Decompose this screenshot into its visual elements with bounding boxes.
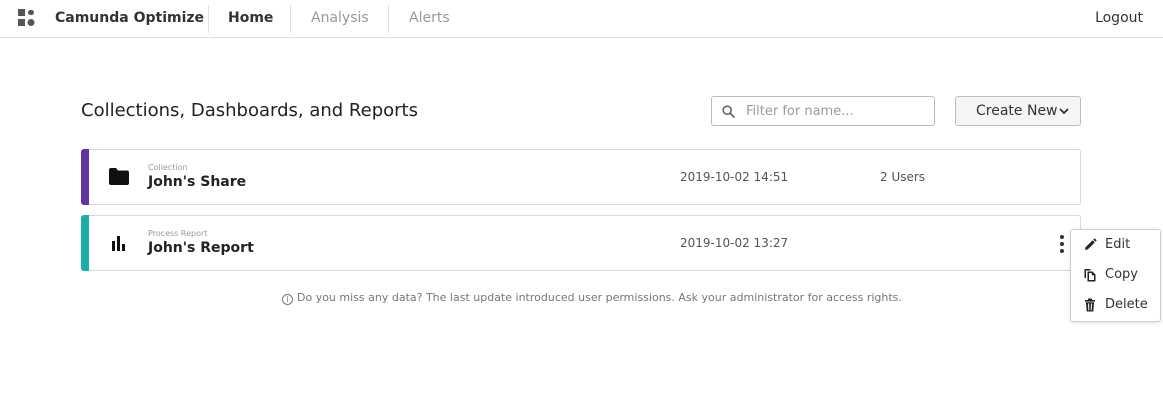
page-title: Collections, Dashboards, and Reports <box>81 100 418 121</box>
item-name[interactable]: John's Share <box>148 174 246 190</box>
menu-item-edit[interactable]: Edit <box>1071 230 1160 260</box>
item-modified-date: 2019-10-02 14:51 <box>680 170 789 184</box>
camunda-logo-icon[interactable] <box>18 9 36 27</box>
nav-divider <box>208 5 209 33</box>
info-icon: i <box>282 294 293 305</box>
nav-divider <box>290 5 291 33</box>
search-icon <box>722 105 735 118</box>
copy-icon <box>1084 269 1096 282</box>
item-type-label: Process Report <box>148 229 208 238</box>
item-context-menu: Edit Copy Delete <box>1070 229 1161 322</box>
menu-item-copy[interactable]: Copy <box>1071 260 1160 290</box>
menu-item-label: Copy <box>1105 267 1138 282</box>
search-input[interactable] <box>746 102 926 121</box>
nav-tab-home[interactable]: Home <box>228 0 273 37</box>
search-field[interactable] <box>711 96 935 126</box>
menu-item-label: Delete <box>1105 297 1148 312</box>
menu-item-delete[interactable]: Delete <box>1071 290 1160 320</box>
nav-divider <box>388 5 389 33</box>
logout-button[interactable]: Logout <box>1095 0 1143 37</box>
nav-tab-analysis[interactable]: Analysis <box>311 0 369 37</box>
folder-icon <box>109 168 129 185</box>
app-brand[interactable]: Camunda Optimize <box>55 0 204 37</box>
trash-icon <box>1085 298 1095 312</box>
create-new-button[interactable]: Create New <box>955 96 1081 126</box>
type-color-strip <box>81 149 89 205</box>
nav-tab-alerts[interactable]: Alerts <box>409 0 450 37</box>
list-item[interactable]: Process Report John's Report 2019-10-02 … <box>81 215 1081 271</box>
item-user-count: 2 Users <box>880 170 926 184</box>
permissions-notice: i Do you miss any data? The last update i… <box>282 291 902 305</box>
item-name[interactable]: John's Report <box>148 240 254 256</box>
type-color-strip <box>81 215 89 271</box>
item-type-label: Collection <box>148 163 188 172</box>
chevron-down-icon <box>1059 108 1069 115</box>
notice-text: Do you miss any data? The last update in… <box>297 291 902 304</box>
bar-chart-icon <box>112 236 125 251</box>
create-new-label: Create New <box>976 103 1058 119</box>
list-item[interactable]: Collection John's Share 2019-10-02 14:51… <box>81 149 1081 205</box>
item-modified-date: 2019-10-02 13:27 <box>680 236 789 250</box>
pencil-icon <box>1085 238 1097 250</box>
more-options-icon[interactable] <box>1057 234 1067 254</box>
top-navigation-bar: Camunda Optimize Home Analysis Alerts Lo… <box>0 0 1163 38</box>
menu-item-label: Edit <box>1105 237 1131 252</box>
